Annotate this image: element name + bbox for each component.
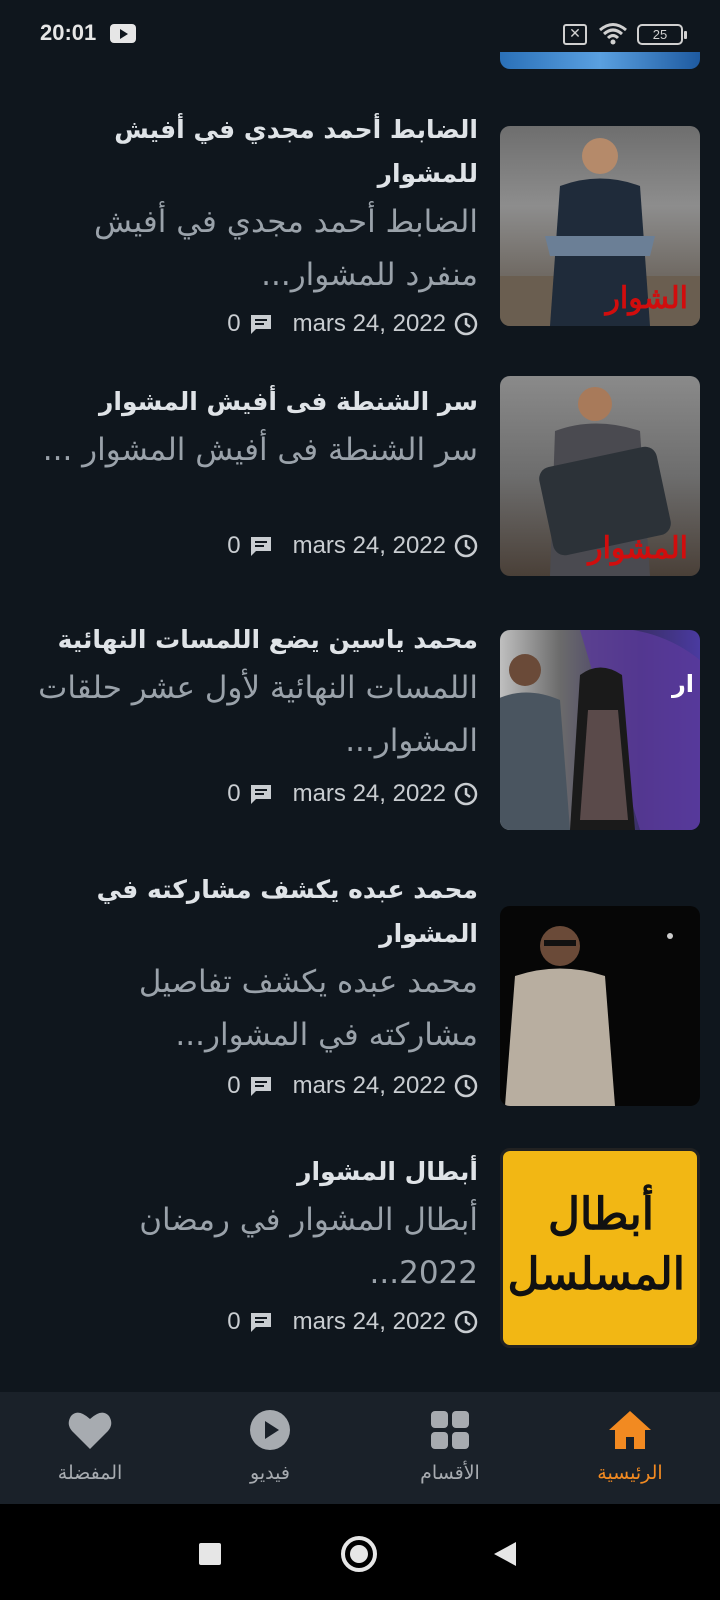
status-time: 20:01	[40, 20, 97, 45]
battery-icon: 25	[637, 24, 687, 45]
article-excerpt: سر الشنطة فى أفيش المشوار ...	[42, 432, 478, 468]
nav-favorites-label: المفضلة	[57, 1462, 123, 1484]
list-item[interactable]: سر الشنطة فى أفيش المشوار سر الشنطة فى أ…	[0, 376, 720, 580]
article-meta: 0 mars 24, 2022	[227, 1306, 478, 1338]
nav-video[interactable]: فيديو	[180, 1392, 360, 1504]
article-excerpt: اللمسات النهائية لأول عشر حلقات المشوار.…	[38, 670, 478, 759]
nav-home-label: الرئيسية	[597, 1462, 663, 1484]
article-text: أبطال المشوار أبطال المشوار في رمضان 202…	[38, 1150, 478, 1300]
nav-video-label: فيديو	[250, 1462, 290, 1484]
thumbnail-caption: ار	[671, 670, 694, 698]
grid-icon	[431, 1411, 469, 1449]
comment-count: 0	[227, 532, 241, 559]
clock-icon	[454, 312, 478, 336]
article-meta: 0 mars 24, 2022	[227, 778, 478, 810]
article-date: mars 24, 2022	[292, 310, 446, 337]
nav-categories[interactable]: الأقسام	[360, 1392, 540, 1504]
comment-count: 0	[227, 1072, 241, 1099]
nav-categories-label: الأقسام	[420, 1462, 480, 1484]
article-title[interactable]: محمد ياسين يضع اللمسات النهائية	[38, 618, 478, 662]
recents-icon[interactable]	[199, 1543, 221, 1565]
heart-icon	[68, 1412, 112, 1449]
article-excerpt: محمد عبده يكشف تفاصيل مشاركته في المشوار…	[138, 964, 478, 1053]
home-icon	[609, 1411, 651, 1449]
comment-count: 0	[227, 310, 241, 337]
system-navigation-bar	[0, 1504, 720, 1600]
comment-count: 0	[227, 1308, 241, 1335]
play-icon	[250, 1410, 290, 1450]
youtube-icon	[110, 24, 136, 43]
list-item[interactable]: أبطال المشوار أبطال المشوار في رمضان 202…	[0, 1148, 720, 1350]
battery-level: 25	[652, 27, 668, 42]
article-date: mars 24, 2022	[292, 1072, 446, 1099]
nav-home[interactable]: الرئيسية	[540, 1392, 720, 1504]
article-meta: 0 mars 24, 2022	[227, 1070, 478, 1102]
thumbnail-caption: الشوار	[605, 281, 688, 316]
comment-count: 0	[227, 780, 241, 807]
article-date: mars 24, 2022	[292, 532, 446, 559]
article-thumbnail[interactable]: المشوار	[500, 376, 700, 576]
article-title[interactable]: الضابط أحمد مجدي في أفيش للمشوار	[38, 108, 478, 196]
thumbnail-caption: أبطال المسلسل	[507, 1189, 685, 1300]
clock-icon	[454, 1074, 478, 1098]
clock-icon	[454, 1310, 478, 1334]
sim-off-icon: ✕	[563, 24, 587, 45]
article-title[interactable]: سر الشنطة فى أفيش المشوار	[38, 380, 478, 424]
article-thumbnail[interactable]	[500, 906, 700, 1106]
comment-icon	[250, 537, 271, 556]
nav-favorites[interactable]: المفضلة	[0, 1392, 180, 1504]
article-excerpt: الضابط أحمد مجدي في أفيش منفرد للمشوار..…	[94, 204, 478, 293]
bottom-navigation: المفضلة فيديو الأقسام الرئيسية	[0, 1392, 720, 1504]
comment-icon	[250, 1077, 271, 1096]
list-item[interactable]: محمد عبده يكشف مشاركته في المشوار محمد ع…	[0, 868, 720, 1106]
clock-icon	[454, 534, 478, 558]
article-thumbnail[interactable]: أبطال المسلسل	[500, 1148, 700, 1348]
article-meta: 0 mars 24, 2022	[227, 308, 478, 340]
article-excerpt: أبطال المشوار في رمضان 2022...	[139, 1202, 478, 1291]
list-item[interactable]: الضابط أحمد مجدي في أفيش للمشوار الضابط …	[0, 108, 720, 348]
clock-icon	[454, 782, 478, 806]
article-date: mars 24, 2022	[292, 780, 446, 807]
article-title[interactable]: محمد عبده يكشف مشاركته في المشوار	[38, 868, 478, 956]
comment-icon	[250, 315, 271, 334]
partial-thumbnail[interactable]	[500, 52, 700, 69]
article-text: سر الشنطة فى أفيش المشوار سر الشنطة فى أ…	[38, 380, 478, 477]
comment-icon	[250, 785, 271, 804]
article-text: محمد ياسين يضع اللمسات النهائية اللمسات …	[38, 618, 478, 768]
article-thumbnail[interactable]: ار	[500, 630, 700, 830]
article-title[interactable]: أبطال المشوار	[38, 1150, 478, 1194]
list-item[interactable]: محمد ياسين يضع اللمسات النهائية اللمسات …	[0, 618, 720, 830]
wifi-icon	[599, 23, 627, 45]
home-button-icon[interactable]	[341, 1536, 377, 1572]
article-thumbnail[interactable]: الشوار	[500, 126, 700, 326]
back-icon[interactable]	[494, 1542, 516, 1566]
thumbnail-image	[505, 926, 673, 1106]
thumbnail-caption: المشوار	[588, 531, 688, 566]
article-text: محمد عبده يكشف مشاركته في المشوار محمد ع…	[38, 868, 478, 1062]
article-meta: 0 mars 24, 2022	[227, 530, 478, 562]
thumbnail-image	[500, 630, 700, 830]
comment-icon	[250, 1313, 271, 1332]
article-text: الضابط أحمد مجدي في أفيش للمشوار الضابط …	[38, 108, 478, 302]
article-date: mars 24, 2022	[292, 1308, 446, 1335]
